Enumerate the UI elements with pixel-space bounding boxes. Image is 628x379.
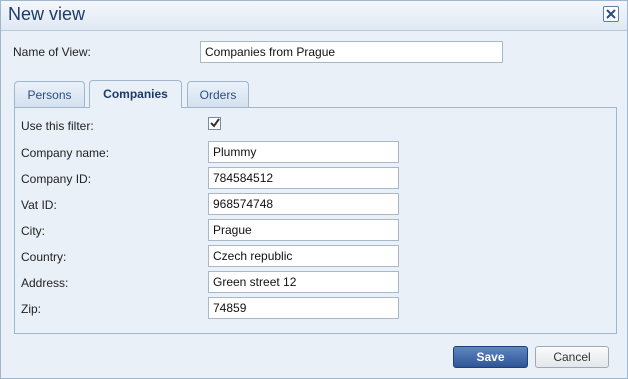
tab-persons[interactable]: Persons	[14, 81, 85, 109]
dialog-titlebar[interactable]: New view	[1, 1, 627, 31]
view-name-label: Name of View:	[13, 45, 91, 59]
dialog-title: New view	[8, 4, 86, 24]
vat-id-input[interactable]	[208, 193, 399, 215]
new-view-dialog: New view Name of View: Persons Companies…	[0, 0, 628, 379]
zip-input[interactable]	[208, 297, 399, 319]
field-label-company-id: Company ID:	[21, 172, 92, 186]
field-label-vat-id: Vat ID:	[21, 198, 57, 212]
company-name-input[interactable]	[208, 141, 399, 163]
company-id-input[interactable]	[208, 167, 399, 189]
view-name-input[interactable]	[200, 41, 503, 63]
cancel-button[interactable]: Cancel	[535, 346, 609, 368]
use-filter-checkbox[interactable]	[208, 117, 221, 130]
tab-orders[interactable]: Orders	[187, 81, 249, 109]
address-input[interactable]	[208, 271, 399, 293]
field-label-company-name: Company name:	[21, 146, 110, 160]
field-label-address: Address:	[21, 276, 69, 290]
country-input[interactable]	[208, 245, 399, 267]
field-label-city: City:	[21, 224, 45, 238]
close-icon[interactable]	[603, 6, 619, 22]
use-filter-label: Use this filter:	[21, 119, 94, 133]
city-input[interactable]	[208, 219, 399, 241]
field-label-country: Country:	[21, 250, 67, 264]
save-button[interactable]: Save	[453, 346, 528, 368]
active-tab-join	[90, 106, 181, 108]
field-label-zip: Zip:	[21, 302, 42, 316]
